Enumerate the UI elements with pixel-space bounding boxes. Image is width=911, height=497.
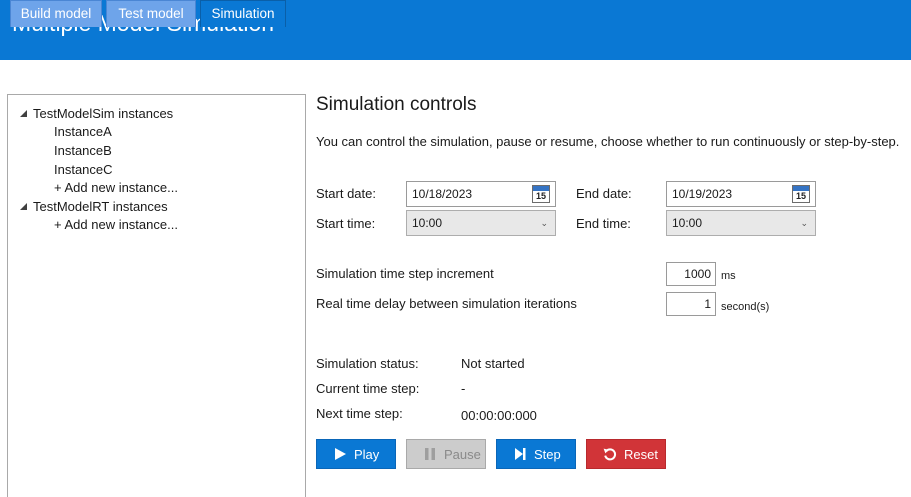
status-label: Simulation status:: [316, 356, 419, 371]
start-time-select[interactable]: 10:00 ⌄: [406, 210, 556, 236]
next-step-value: 00:00:00:000: [461, 408, 537, 423]
tree-group-label: TestModelSim instances: [33, 106, 174, 121]
play-icon: [335, 448, 346, 460]
start-time-value: 10:00: [412, 216, 443, 230]
reset-label: Reset: [624, 447, 658, 462]
end-date-label: End date:: [576, 186, 632, 201]
step-forward-icon: [515, 448, 526, 460]
end-time-select[interactable]: 10:00 ⌄: [666, 210, 816, 236]
play-button[interactable]: Play: [316, 439, 396, 469]
end-time-value: 10:00: [672, 216, 703, 230]
calendar-icon[interactable]: 15: [532, 185, 550, 203]
pause-label: Pause: [444, 447, 481, 462]
pause-button[interactable]: Pause: [406, 439, 486, 469]
delay-label: Real time delay between simulation itera…: [316, 296, 577, 311]
step-increment-label: Simulation time step increment: [316, 266, 494, 281]
step-increment-input[interactable]: 1000: [666, 262, 716, 286]
start-time-label: Start time:: [316, 216, 376, 231]
delay-unit: second(s): [721, 301, 770, 313]
end-date-value: 10/19/2023: [672, 187, 733, 201]
expand-caret-icon[interactable]: [20, 203, 27, 210]
add-instance-rt[interactable]: + Add new instance...: [54, 216, 178, 234]
tab-simulation[interactable]: Simulation: [200, 0, 286, 27]
tree-group-label: TestModelRT instances: [33, 199, 168, 214]
start-date-value: 10/18/2023: [412, 187, 473, 201]
section-heading: Simulation controls: [316, 94, 477, 115]
tree-group-testmodelsim[interactable]: TestModelSim instances: [20, 105, 173, 123]
current-step-value: -: [461, 381, 466, 396]
start-date-picker[interactable]: 10/18/2023 15: [406, 181, 556, 207]
step-button[interactable]: Step: [496, 439, 576, 469]
tree-item-instance-c[interactable]: InstanceC: [54, 161, 113, 179]
step-label: Step: [534, 447, 561, 462]
reset-icon: [603, 448, 617, 461]
step-increment-unit: ms: [721, 270, 736, 282]
delay-input[interactable]: 1: [666, 292, 716, 316]
status-value: Not started: [461, 356, 525, 371]
current-step-label: Current time step:: [316, 381, 420, 396]
instance-tree: TestModelSim instances InstanceA Instanc…: [7, 94, 306, 497]
tree-item-instance-b[interactable]: InstanceB: [54, 142, 112, 160]
tab-build-model[interactable]: Build model: [10, 0, 102, 27]
expand-caret-icon[interactable]: [20, 110, 27, 117]
start-date-label: Start date:: [316, 186, 376, 201]
calendar-icon[interactable]: 15: [792, 185, 810, 203]
tree-group-testmodelrt[interactable]: TestModelRT instances: [20, 198, 168, 216]
add-instance-sim[interactable]: + Add new instance...: [54, 179, 178, 197]
next-step-label: Next time step:: [316, 406, 403, 421]
chevron-down-icon: ⌄: [540, 218, 548, 228]
chevron-down-icon: ⌄: [800, 218, 808, 228]
end-date-picker[interactable]: 10/19/2023 15: [666, 181, 816, 207]
reset-button[interactable]: Reset: [586, 439, 666, 469]
tree-item-instance-a[interactable]: InstanceA: [54, 123, 112, 141]
tab-test-model[interactable]: Test model: [106, 0, 196, 27]
section-description: You can control the simulation, pause or…: [316, 134, 900, 149]
end-time-label: End time:: [576, 216, 631, 231]
pause-icon: [425, 448, 435, 460]
play-label: Play: [354, 447, 380, 462]
